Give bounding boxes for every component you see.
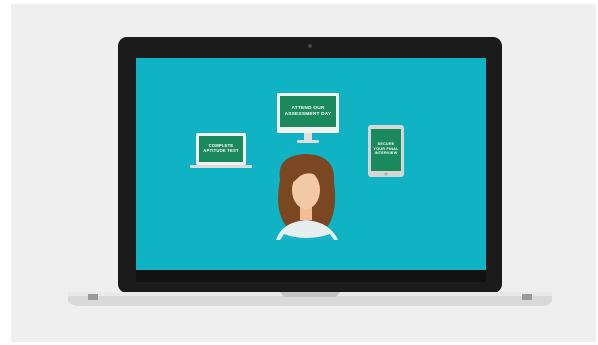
webcam-icon [308,44,312,48]
laptop-card-label: COMPLETE APTITUDE TEST [203,143,239,153]
screen-bottom-bezel [136,270,486,282]
laptop-foot-left [88,294,98,300]
tablet-card-label: SECURE YOUR FINAL INTERVIEW [373,142,399,156]
laptop-illustration [68,37,552,306]
laptop-notch [280,292,340,297]
monitor-card-label: ATTEND OUR ASSESSMENT DAY [284,105,332,117]
laptop-foot-right [522,294,532,300]
